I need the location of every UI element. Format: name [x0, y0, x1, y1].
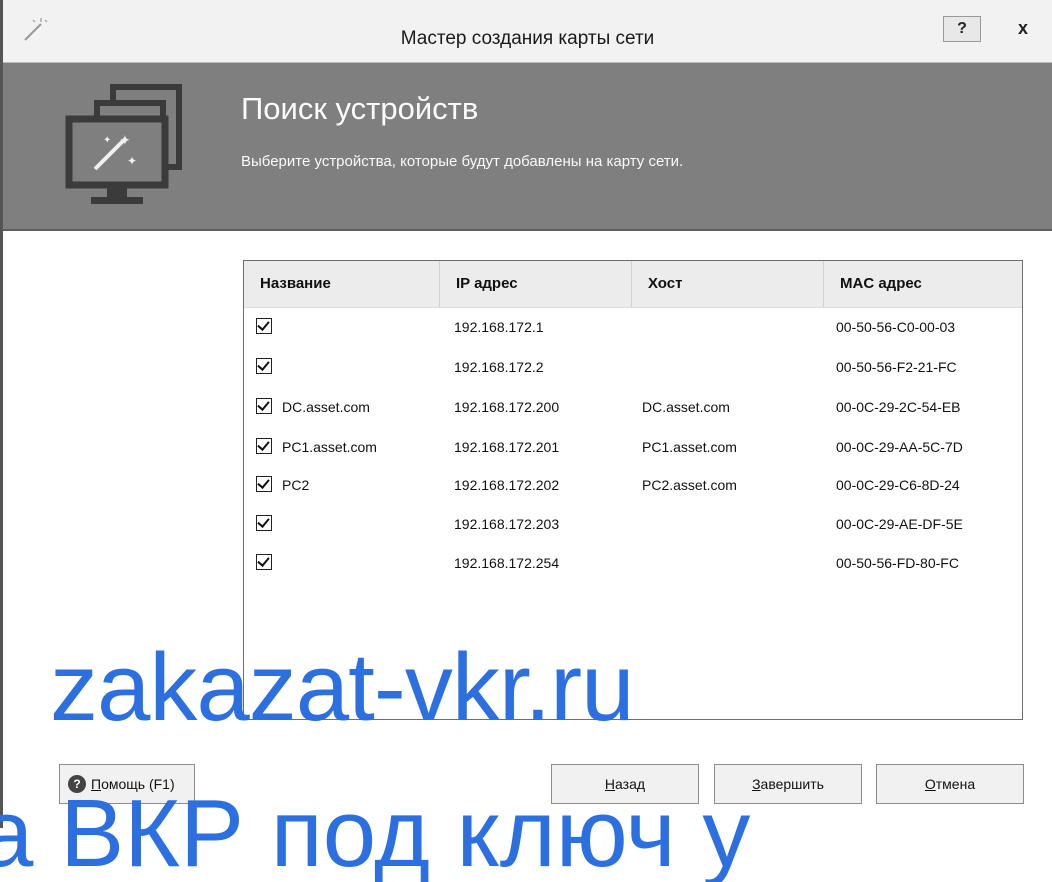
- list-header: Название IP адрес Хост MAC адрес: [244, 261, 1022, 308]
- svg-text:✦: ✦: [103, 135, 111, 146]
- name-cell: [256, 506, 440, 542]
- device-checkbox[interactable]: [256, 515, 272, 532]
- table-row[interactable]: 192.168.172.203 00-0C-29-AE-DF-5E: [244, 506, 1022, 542]
- column-header-host[interactable]: Хост: [632, 261, 824, 307]
- page-title: Поиск устройств: [241, 91, 479, 126]
- svg-text:✦: ✦: [119, 133, 131, 149]
- watermark-text: zakazat-vkr.ru: [50, 634, 635, 741]
- window-title: Мастер создания карты сети: [400, 28, 655, 49]
- ip-cell: 192.168.172.203: [454, 516, 560, 532]
- title-bar: Мастер создания карты сети ? x: [3, 0, 1052, 63]
- table-row[interactable]: PC1.asset.com 192.168.172.201 PC1.asset.…: [244, 429, 1022, 465]
- close-button[interactable]: x: [998, 16, 1048, 42]
- device-checkbox[interactable]: [256, 398, 272, 415]
- page-subtitle: Выберите устройства, которые будут добав…: [241, 153, 684, 170]
- host-cell: PC2.asset.com: [642, 477, 737, 493]
- ip-cell: 192.168.172.201: [454, 439, 560, 455]
- ip-cell: 192.168.172.2: [454, 359, 544, 375]
- mac-cell: 00-0C-29-AE-DF-5E: [836, 516, 963, 532]
- device-checkbox[interactable]: [256, 358, 272, 375]
- network-map-wizard-icon: ✦ ✦ ✦: [65, 84, 182, 204]
- host-cell: [642, 309, 822, 345]
- device-name: PC2: [282, 477, 310, 493]
- watermark-text-bottom: a ВКР под ключ у: [0, 786, 751, 882]
- host-cell: PC1.asset.com: [642, 439, 737, 455]
- device-checkbox[interactable]: [256, 476, 272, 493]
- table-row[interactable]: 192.168.172.254 00-50-56-FD-80-FC: [244, 545, 1022, 581]
- host-cell: [642, 506, 822, 542]
- ip-cell: 192.168.172.200: [454, 399, 560, 415]
- table-row[interactable]: 192.168.172.2 00-50-56-F2-21-FC: [244, 349, 1022, 385]
- table-row[interactable]: DC.asset.com 192.168.172.200 DC.asset.co…: [244, 389, 1022, 425]
- column-header-ip[interactable]: IP адрес: [440, 261, 632, 307]
- ip-cell: 192.168.172.254: [454, 555, 560, 571]
- name-cell: [256, 309, 440, 345]
- table-row[interactable]: 192.168.172.1 00-50-56-C0-00-03: [244, 309, 1022, 345]
- device-checkbox[interactable]: [256, 554, 272, 571]
- ip-cell: 192.168.172.202: [454, 477, 560, 493]
- mac-cell: 00-50-56-F2-21-FC: [836, 359, 957, 375]
- name-cell: PC1.asset.com: [256, 429, 440, 465]
- host-cell: [642, 349, 822, 385]
- device-name: DC.asset.com: [282, 399, 370, 415]
- name-cell: DC.asset.com: [256, 389, 440, 425]
- host-cell: DC.asset.com: [642, 399, 730, 415]
- device-checkbox[interactable]: [256, 438, 272, 455]
- column-header-mac[interactable]: MAC адрес: [824, 261, 1022, 307]
- wizard-header: ✦ ✦ ✦ Поиск устройств Выберите устройств…: [3, 63, 1052, 231]
- mac-cell: 00-0C-29-2C-54-EB: [836, 399, 961, 415]
- name-cell: [256, 545, 440, 581]
- mac-cell: 00-0C-29-C6-8D-24: [836, 477, 960, 493]
- table-row[interactable]: PC2 192.168.172.202 PC2.asset.com 00-0C-…: [244, 467, 1022, 503]
- title-help-button[interactable]: ?: [943, 16, 981, 42]
- host-cell: [642, 545, 822, 581]
- device-name: PC1.asset.com: [282, 439, 377, 455]
- column-header-name[interactable]: Название: [244, 261, 440, 307]
- name-cell: [256, 349, 440, 385]
- mac-cell: 00-50-56-FD-80-FC: [836, 555, 959, 571]
- ip-cell: 192.168.172.1: [454, 319, 544, 335]
- mac-cell: 00-0C-29-AA-5C-7D: [836, 439, 963, 455]
- name-cell: PC2: [256, 467, 440, 503]
- mac-cell: 00-50-56-C0-00-03: [836, 319, 956, 335]
- svg-text:✦: ✦: [127, 154, 137, 168]
- device-checkbox[interactable]: [256, 318, 272, 335]
